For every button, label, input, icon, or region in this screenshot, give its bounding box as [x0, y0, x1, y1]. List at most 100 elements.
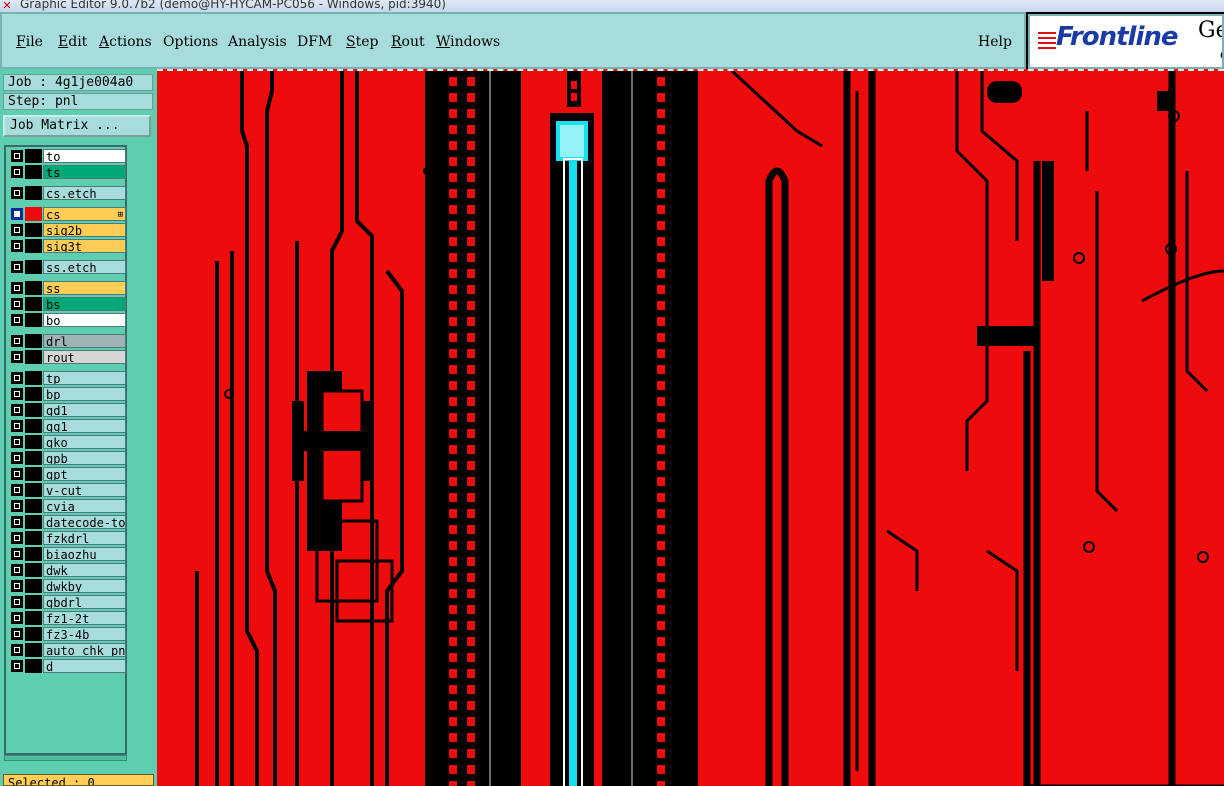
menu-rout[interactable]: Rout	[391, 34, 425, 50]
layer-checkbox[interactable]	[11, 388, 23, 400]
layer-color-swatch[interactable]	[25, 350, 42, 364]
layer-name[interactable]: fz3-4b	[43, 627, 126, 641]
layer-checkbox[interactable]	[11, 564, 23, 576]
layer-checkbox[interactable]	[11, 500, 23, 512]
layer-name[interactable]: sig2b	[43, 223, 126, 237]
layer-name[interactable]: bs	[43, 297, 126, 311]
layer-name[interactable]: ts	[43, 165, 126, 179]
layer-color-swatch[interactable]	[25, 595, 42, 609]
layer-checkbox[interactable]	[11, 580, 23, 592]
layer-name[interactable]: auto_chk_pnl	[43, 643, 126, 657]
layer-checkbox[interactable]	[11, 150, 23, 162]
layer-row-fzkdrl[interactable]: fzkdrl	[8, 531, 126, 545]
layer-checkbox[interactable]	[11, 208, 23, 220]
layer-color-swatch[interactable]	[25, 499, 42, 513]
layer-color-swatch[interactable]	[25, 643, 42, 657]
layer-color-swatch[interactable]	[25, 579, 42, 593]
layer-name[interactable]: cvia	[43, 499, 126, 513]
layer-checkbox[interactable]	[11, 166, 23, 178]
layer-expand-icon[interactable]: ⊞	[118, 208, 123, 220]
layer-checkbox[interactable]	[11, 261, 23, 273]
layer-row-v-cut[interactable]: v-cut	[8, 483, 126, 497]
layer-checkbox[interactable]	[11, 314, 23, 326]
layer-row-rout[interactable]: rout	[8, 350, 126, 364]
layer-checkbox[interactable]	[11, 298, 23, 310]
layer-color-swatch[interactable]	[25, 515, 42, 529]
layer-checkbox[interactable]	[11, 335, 23, 347]
layer-checkbox[interactable]	[11, 548, 23, 560]
layer-name[interactable]: to	[43, 149, 126, 163]
menu-help[interactable]: Help	[978, 34, 1012, 50]
layer-name[interactable]: dwk	[43, 563, 126, 577]
layer-checkbox[interactable]	[11, 187, 23, 199]
layer-row-gd1[interactable]: gd1	[8, 403, 126, 417]
layer-name[interactable]: bp	[43, 387, 126, 401]
layer-checkbox[interactable]	[11, 516, 23, 528]
menu-edit[interactable]: Edit	[58, 34, 87, 50]
menu-file[interactable]: File	[16, 34, 43, 50]
layer-name[interactable]: gd1	[43, 403, 126, 417]
layer-checkbox[interactable]	[11, 224, 23, 236]
layer-row-auto_chk_pnl[interactable]: auto_chk_pnl	[8, 643, 126, 657]
layer-row-ts[interactable]: ts	[8, 165, 126, 179]
layer-color-swatch[interactable]	[25, 467, 42, 481]
layer-color-swatch[interactable]	[25, 403, 42, 417]
layer-name[interactable]: dwkby	[43, 579, 126, 593]
layer-name[interactable]: cs ⊞	[43, 207, 126, 221]
layer-row-fz1-2t[interactable]: fz1-2t	[8, 611, 126, 625]
layer-name[interactable]: gg1	[43, 419, 126, 433]
layer-color-swatch[interactable]	[25, 451, 42, 465]
layer-row-tp[interactable]: tp	[8, 371, 126, 385]
layer-name[interactable]: bo	[43, 313, 126, 327]
layer-color-swatch[interactable]	[25, 149, 42, 163]
layer-checkbox[interactable]	[11, 596, 23, 608]
layer-color-swatch[interactable]	[25, 547, 42, 561]
layer-row-dwk[interactable]: dwk	[8, 563, 126, 577]
layer-row-sig2b[interactable]: sig2b	[8, 223, 126, 237]
menu-actions[interactable]: Actions	[99, 34, 152, 50]
layer-row-gpb[interactable]: gpb	[8, 451, 126, 465]
layer-name[interactable]: tp	[43, 371, 126, 385]
layer-checkbox[interactable]	[11, 452, 23, 464]
layer-name[interactable]: gbdrl	[43, 595, 126, 609]
layer-color-swatch[interactable]	[25, 419, 42, 433]
layer-color-swatch[interactable]	[25, 334, 42, 348]
layer-row-datecode-to[interactable]: datecode-to	[8, 515, 126, 529]
layer-name[interactable]: v-cut	[43, 483, 126, 497]
layer-row-gg1[interactable]: gg1	[8, 419, 126, 433]
layer-row-biaozhu[interactable]: biaozhu	[8, 547, 126, 561]
layer-name[interactable]: gpt	[43, 467, 126, 481]
layer-name[interactable]: gpb	[43, 451, 126, 465]
layer-color-swatch[interactable]	[25, 297, 42, 311]
layer-checkbox[interactable]	[11, 351, 23, 363]
layer-row-gpt[interactable]: gpt	[8, 467, 126, 481]
layer-row-bp[interactable]: bp	[8, 387, 126, 401]
layer-checkbox[interactable]	[11, 644, 23, 656]
layer-row-cs.etch[interactable]: cs.etch	[8, 186, 126, 200]
layer-color-swatch[interactable]	[25, 313, 42, 327]
layer-name[interactable]: drl	[43, 334, 126, 348]
layer-color-swatch[interactable]	[25, 239, 42, 253]
layer-row-bo[interactable]: bo	[8, 313, 126, 327]
layer-checkbox[interactable]	[11, 282, 23, 294]
layer-color-swatch[interactable]	[25, 611, 42, 625]
layer-color-swatch[interactable]	[25, 260, 42, 274]
layer-name[interactable]: fz1-2t	[43, 611, 126, 625]
menu-analysis[interactable]: Analysis	[228, 34, 287, 50]
layer-name[interactable]: datecode-to	[43, 515, 126, 529]
layer-row-gko[interactable]: gko	[8, 435, 126, 449]
layer-row-ss[interactable]: ss	[8, 281, 126, 295]
layer-color-swatch[interactable]	[25, 281, 42, 295]
layer-name[interactable]: fzkdrl	[43, 531, 126, 545]
menu-windows[interactable]: Windows	[436, 34, 500, 50]
layer-name[interactable]: rout	[43, 350, 126, 364]
layer-name[interactable]: biaozhu	[43, 547, 126, 561]
layer-name[interactable]: sig3t	[43, 239, 126, 253]
layer-checkbox[interactable]	[11, 468, 23, 480]
layer-color-swatch[interactable]	[25, 186, 42, 200]
layer-row-cs[interactable]: cs ⊞	[8, 207, 126, 221]
layer-checkbox[interactable]	[11, 240, 23, 252]
layer-row-ss.etch[interactable]: ss.etch	[8, 260, 126, 274]
layer-checkbox[interactable]	[11, 420, 23, 432]
layer-color-swatch[interactable]	[25, 627, 42, 641]
